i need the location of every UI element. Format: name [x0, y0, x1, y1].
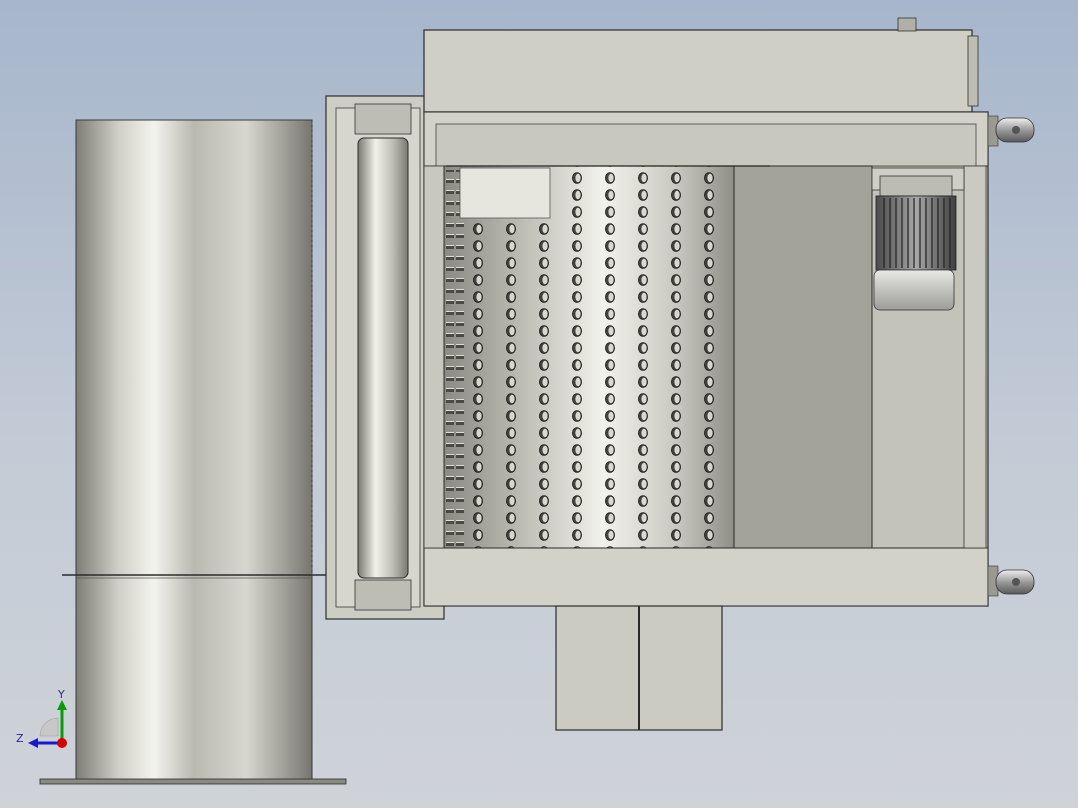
- caster-wheel-icon: [987, 115, 1035, 147]
- cad-viewport[interactable]: Y Z: [0, 0, 1078, 808]
- model-drawing: [39, 17, 1035, 785]
- caster-wheel-icon-bottom: [987, 565, 1035, 597]
- perforated-drum-icon: [443, 165, 873, 549]
- top-housing: [423, 17, 979, 113]
- coordinate-triad-icon[interactable]: Y Z: [10, 686, 80, 756]
- y-axis-label: Y: [57, 688, 65, 701]
- discharge-chute-icon: [555, 605, 723, 731]
- cylindrical-tank-icon: [39, 119, 347, 785]
- roller-icon: [357, 137, 409, 579]
- z-axis-label: Z: [16, 732, 24, 745]
- gear-motor-icon: [871, 167, 965, 311]
